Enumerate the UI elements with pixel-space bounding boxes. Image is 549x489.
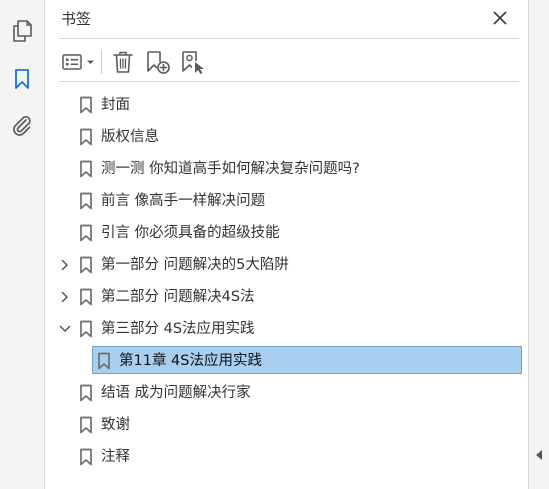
bookmark-toolbar [45,44,528,80]
bookmark-label: 引言 你必须具备的超级技能 [101,225,280,241]
paperclip-icon [13,116,31,136]
bookmark-label: 第二部分 问题解决4S法 [101,289,255,305]
bookmark-label: 结语 成为问题解决行家 [101,385,251,401]
bookmark-cursor-icon [182,51,204,74]
bookmark-item[interactable]: 前言 像高手一样解决问题 [59,186,499,216]
bookmark-item[interactable]: 结语 成为问题解决行家 [59,378,499,408]
triangle-left-icon [536,450,542,460]
bookmark-icon [79,448,93,466]
pages-icon [13,20,32,42]
chevron-down-icon[interactable] [59,323,71,335]
new-bookmark-button[interactable] [144,48,172,76]
panel-header: 书签 [45,0,528,38]
close-button[interactable] [489,7,511,29]
bookmark-label: 第11章 4S法应用实践 [119,353,262,369]
bookmark-item[interactable]: 第三部分 4S法应用实践 [59,314,499,344]
toolbar-divider [59,81,519,82]
collapse-panel-handle[interactable] [533,447,545,463]
bookmark-item[interactable]: 致谢 [59,410,499,440]
bookmark-item[interactable]: 引言 你必须具备的超级技能 [59,218,499,248]
bookmark-item[interactable]: 第一部分 问题解决的5大陷阱 [59,250,499,280]
delete-bookmark-button[interactable] [109,48,137,76]
bookmark-from-structure-button[interactable] [179,48,207,76]
bookmark-label: 测一测 你知道高手如何解决复杂问题吗? [101,161,360,177]
new-bookmark-icon [147,51,170,74]
close-icon [493,11,507,25]
bookmark-icon [79,96,93,114]
panel-splitter[interactable] [528,0,549,489]
bookmark-icon [79,128,93,146]
bookmark-label: 注释 [101,449,130,465]
pages-panel-button[interactable] [8,17,36,45]
bookmark-label: 致谢 [101,417,130,433]
bookmark-icon [79,256,93,274]
bookmark-icon [79,416,93,434]
chevron-right-icon[interactable] [59,291,71,303]
bookmark-label: 第一部分 问题解决的5大陷阱 [101,257,289,273]
bookmarks-panel: 书签 封面 版权信息 测一测 你知道高手如何解决复杂问题吗? 前言 像高手一样解… [45,0,528,489]
bookmark-icon [79,192,93,210]
bookmark-icon [79,160,93,178]
bookmark-item[interactable]: 注释 [59,442,499,472]
bookmark-icon [97,352,111,370]
bookmark-label: 前言 像高手一样解决问题 [101,193,266,209]
bookmark-icon [79,288,93,306]
bookmark-item[interactable]: 版权信息 [59,122,499,152]
bookmark-item[interactable]: 封面 [59,90,499,120]
options-list-icon [62,54,94,70]
bookmark-label: 第三部分 4S法应用实践 [101,321,255,337]
bookmark-item[interactable]: 第二部分 问题解决4S法 [59,282,499,312]
attachments-panel-button[interactable] [8,111,36,139]
bookmark-icon [79,320,93,338]
trash-icon [113,51,133,73]
bookmarks-window: 书签 封面 版权信息 测一测 你知道高手如何解决复杂问题吗? 前言 像高手一样解… [0,0,549,489]
bookmark-icon [79,384,93,402]
chevron-right-icon[interactable] [59,259,71,271]
toolbar-separator [101,50,102,74]
bookmark-label: 版权信息 [101,129,159,145]
bookmarks-panel-button[interactable] [8,65,36,93]
panel-title: 书签 [61,10,92,28]
bookmark-item[interactable]: 测一测 你知道高手如何解决复杂问题吗? [59,154,499,184]
bookmark-icon [15,69,29,89]
bookmark-icon [79,224,93,242]
bookmark-label: 封面 [101,97,130,113]
options-menu-button[interactable] [59,48,99,76]
bookmark-item-selected[interactable]: 第11章 4S法应用实践 [92,346,522,374]
navigation-rail [0,0,45,489]
header-divider [59,38,519,39]
